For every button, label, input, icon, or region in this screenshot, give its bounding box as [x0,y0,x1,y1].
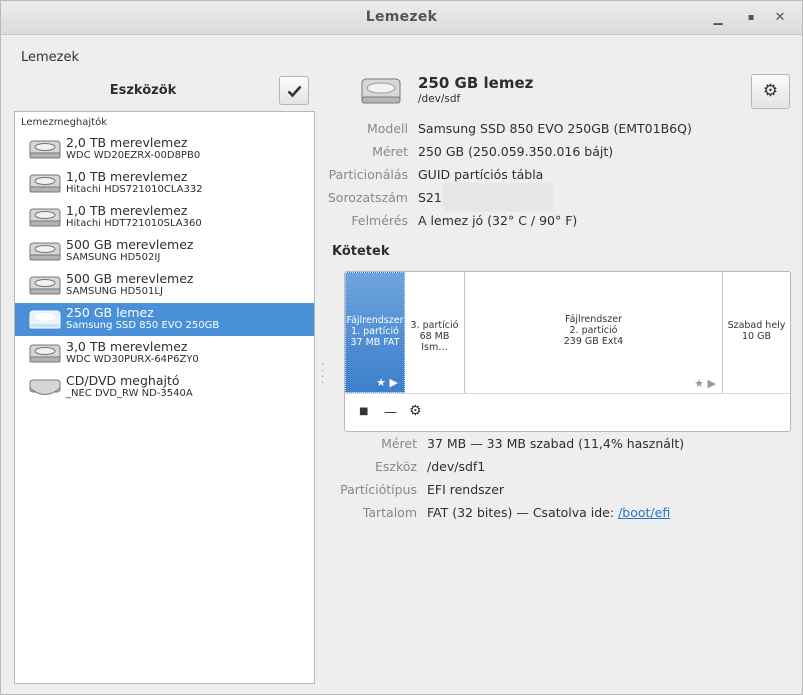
partition-prop-text: /dev/sdf1 [427,459,486,474]
device-model: Hitachi HDT721010SLA360 [66,218,202,229]
app-menu[interactable]: Lemezek [21,50,79,65]
device-model: SAMSUNG HD501LJ [66,286,163,297]
segment-line1: Fájlrendszer [346,315,404,326]
segment-line2: Szabad hely [727,320,786,331]
segment-line2: 3. partíció [410,320,459,331]
device-model: _NEC DVD_RW ND-3540A [66,388,193,399]
disk-title: 250 GB lemez [418,74,534,92]
partition-prop-label: Tartalom [362,505,417,520]
device-item[interactable]: 500 GB merevlemez SAMSUNG HD501LJ [15,269,314,302]
partition-prop-text: 37 MB — 33 MB szabad (11,4% használt) [427,436,685,451]
device-name: 1,0 TB merevlemez [66,169,188,184]
harddisk-icon [29,208,61,227]
disk-device-path: /dev/sdf [418,93,461,105]
serial-redaction [443,183,553,212]
device-model: Samsung SSD 850 EVO 250GB [66,320,220,331]
device-item[interactable]: 3,0 TB merevlemez WDC WD30PURX-64P6ZY0 [15,337,314,370]
harddisk-icon [29,242,61,261]
partition-prop-label: Eszköz [375,459,417,474]
mount-point-link[interactable]: /boot/efi [618,505,670,520]
segment-line1: Fájlrendszer [565,314,622,325]
disk-prop-value: 250 GB (250.059.350.016 bájt) [418,144,614,159]
gear-icon: ⚙ [762,81,779,101]
checkmark-icon [287,85,302,98]
select-mode-button[interactable] [279,76,309,105]
volumes-map[interactable]: Fájlrendszer 1. partíció 37 MB FAT ★ ▶ 3… [344,271,791,432]
partition-settings-icon[interactable]: ⚙ [409,403,422,419]
partition-segment[interactable]: Fájlrendszer 1. partíció 37 MB FAT ★ ▶ [345,272,405,393]
device-item[interactable]: 2,0 TB merevlemez WDC WD20EZRX-00D8PB0 [15,133,314,166]
device-name: 3,0 TB merevlemez [66,339,188,354]
disk-prop-value: GUID partíciós tábla [418,167,544,182]
device-name: 250 GB lemez [66,305,154,320]
maximize-button[interactable]: ▪ [742,9,760,27]
partition-segment[interactable]: Szabad hely 10 GB [723,272,790,393]
optical-drive-icon [29,379,61,395]
partition-prop-label: Méret [381,436,417,451]
harddisk-icon [29,276,61,295]
device-model: Hitachi HDS721010CLA332 [66,184,203,195]
volume-toolbar: ■ — ⚙ [345,393,790,431]
partition-segment[interactable]: 3. partíció 68 MB Ism… [405,272,465,393]
minimize-button[interactable]: ▁ [709,9,727,27]
device-name: CD/DVD meghajtó [66,373,180,388]
stop-icon[interactable]: ■ [359,406,368,417]
star-play-icon: ★ ▶ [376,376,398,389]
segment-line3: 68 MB Ism… [419,331,450,353]
disk-prop-label: Méret [372,144,408,159]
device-item[interactable]: 1,0 TB merevlemez Hitachi HDT721010SLA36… [15,201,314,234]
harddisk-icon [361,78,401,104]
segment-line2: 2. partíció [569,325,618,336]
segment-line3: 239 GB Ext4 [563,336,624,347]
partition-segment[interactable]: Fájlrendszer 2. partíció 239 GB Ext4 ★ ▶ [465,272,723,393]
harddisk-icon [29,344,61,363]
device-model: WDC WD20EZRX-00D8PB0 [66,150,201,161]
segment-line3: 37 MB FAT [350,337,400,348]
remove-partition-icon[interactable]: — [384,405,397,420]
volumes-header: Kötetek [332,244,390,259]
partition-prop-value: FAT (32 bites) — Csatolva ide: /boot/efi [427,505,670,520]
devices-header: Eszközök [13,75,315,109]
partition-prop-value: /dev/sdf1 [427,459,485,474]
partition-prop-text: FAT (32 bites) — Csatolva ide: [427,505,615,520]
device-name: 500 GB merevlemez [66,237,194,252]
segment-line2: 1. partíció [351,326,399,337]
partition-prop-label: Partíciótípus [340,482,417,497]
disk-prop-value: A lemez jó (32° C / 90° F) [418,213,578,228]
harddisk-icon [29,140,61,159]
disk-prop-value: S21 [418,190,442,205]
device-item[interactable]: 250 GB lemez Samsung SSD 850 EVO 250GB [15,303,314,336]
title-bar[interactable]: Lemezek ▁ ▪ ✕ [1,1,802,35]
device-group-label: Lemezmeghajtók [21,117,108,128]
device-name: 1,0 TB merevlemez [66,203,188,218]
segment-line3: 10 GB [742,331,771,342]
devices-title: Eszközök [109,83,177,98]
device-item[interactable]: 500 GB merevlemez SAMSUNG HD502IJ [15,235,314,268]
disk-prop-label: Modell [366,121,408,136]
disks-window: Lemezek ▁ ▪ ✕ Lemezek Eszközök Lemezmegh… [0,0,803,695]
disk-prop-label: Felmérés [351,213,408,228]
pane-separator-grip[interactable]: · · · · [321,361,324,389]
partition-prop-value: 37 MB — 33 MB szabad (11,4% használt) [427,436,684,451]
partition-prop-value: EFI rendszer [427,482,504,497]
star-play-icon: ★ ▶ [694,377,716,390]
device-item[interactable]: 1,0 TB merevlemez Hitachi HDS721010CLA33… [15,167,314,200]
harddisk-icon [29,310,61,329]
harddisk-icon [29,174,61,193]
disk-prop-label: Particionálás [328,167,408,182]
disk-prop-label: Sorozatszám [327,190,408,205]
device-list[interactable]: Lemezmeghajtók 2,0 TB merevlemez WDC WD2… [14,111,315,684]
close-button[interactable]: ✕ [771,9,789,27]
disk-prop-value: Samsung SSD 850 EVO 250GB (EMT01B6Q) [418,121,692,136]
device-item[interactable]: CD/DVD meghajtó _NEC DVD_RW ND-3540A [15,371,314,404]
device-model: WDC WD30PURX-64P6ZY0 [66,354,199,365]
device-name: 2,0 TB merevlemez [66,135,188,150]
partition-prop-text: EFI rendszer [427,482,505,497]
window-title: Lemezek [365,9,438,25]
device-model: SAMSUNG HD502IJ [66,252,161,263]
device-name: 500 GB merevlemez [66,271,194,286]
drive-settings-button[interactable]: ⚙ [751,74,790,109]
